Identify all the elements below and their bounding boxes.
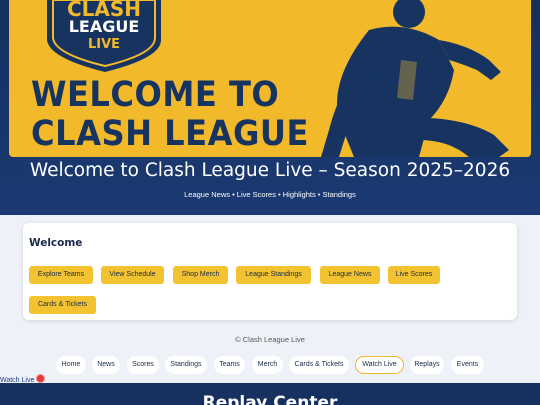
- nav-merch[interactable]: Merch: [252, 356, 283, 374]
- main-nav: Home News Scores Standings Teams Merch C…: [0, 356, 540, 374]
- cards-tickets-button[interactable]: Cards & Tickets: [29, 296, 96, 314]
- logo-line-2: LEAGUE: [68, 17, 140, 36]
- explore-teams-button[interactable]: Explore Teams: [29, 266, 93, 284]
- nav-standings[interactable]: Standings: [165, 356, 207, 374]
- welcome-card: Welcome Explore Teams View Schedule Shop…: [23, 223, 517, 320]
- banner-headline-line-1: WELCOME TO: [31, 75, 280, 115]
- league-news-button[interactable]: League News: [320, 266, 380, 284]
- welcome-heading: Welcome: [29, 237, 83, 249]
- logo-line-1: CLASH: [66, 0, 142, 21]
- hero-banner-image: CLASH LEAGUE LIVE WELCOME TO CLASH LEAGU…: [9, 0, 531, 157]
- shop-merch-button[interactable]: Shop Merch: [173, 266, 228, 284]
- league-standings-button[interactable]: League Standings: [236, 266, 311, 284]
- logo-line-3: LIVE: [87, 37, 121, 52]
- nav-home[interactable]: Home: [56, 356, 86, 374]
- live-indicator-icon: [36, 374, 46, 383]
- view-schedule-button[interactable]: View Schedule: [101, 266, 164, 284]
- page-title: Welcome to Clash League Live – Season 20…: [29, 160, 511, 181]
- replay-heading: Replay Center: [202, 393, 338, 405]
- logo-wordmark: CLASH LEAGUE LIVE: [9, 0, 199, 53]
- nav-news[interactable]: News: [92, 356, 120, 374]
- replay-section: Replay Center: [0, 383, 540, 405]
- banner-headline: WELCOME TO CLASH LEAGUE: [31, 76, 309, 154]
- nav-scores[interactable]: Scores: [127, 356, 159, 374]
- hero-subtitle: League News • Live Scores • Highlights •…: [184, 190, 356, 199]
- nav-events[interactable]: Events: [451, 356, 484, 374]
- nav-watch-live[interactable]: Watch Live: [355, 356, 404, 374]
- live-scores-button[interactable]: Live Scores: [388, 266, 440, 284]
- banner-headline-line-2: CLASH LEAGUE: [31, 114, 309, 154]
- nav-teams[interactable]: Teams: [214, 356, 245, 374]
- hero-section: CLASH LEAGUE LIVE WELCOME TO CLASH LEAGU…: [0, 0, 540, 215]
- nav-replays[interactable]: Replays: [410, 356, 444, 374]
- footer-copyright: © Clash League Live: [235, 335, 305, 344]
- nav-cards-tickets[interactable]: Cards & Tickets: [289, 356, 349, 374]
